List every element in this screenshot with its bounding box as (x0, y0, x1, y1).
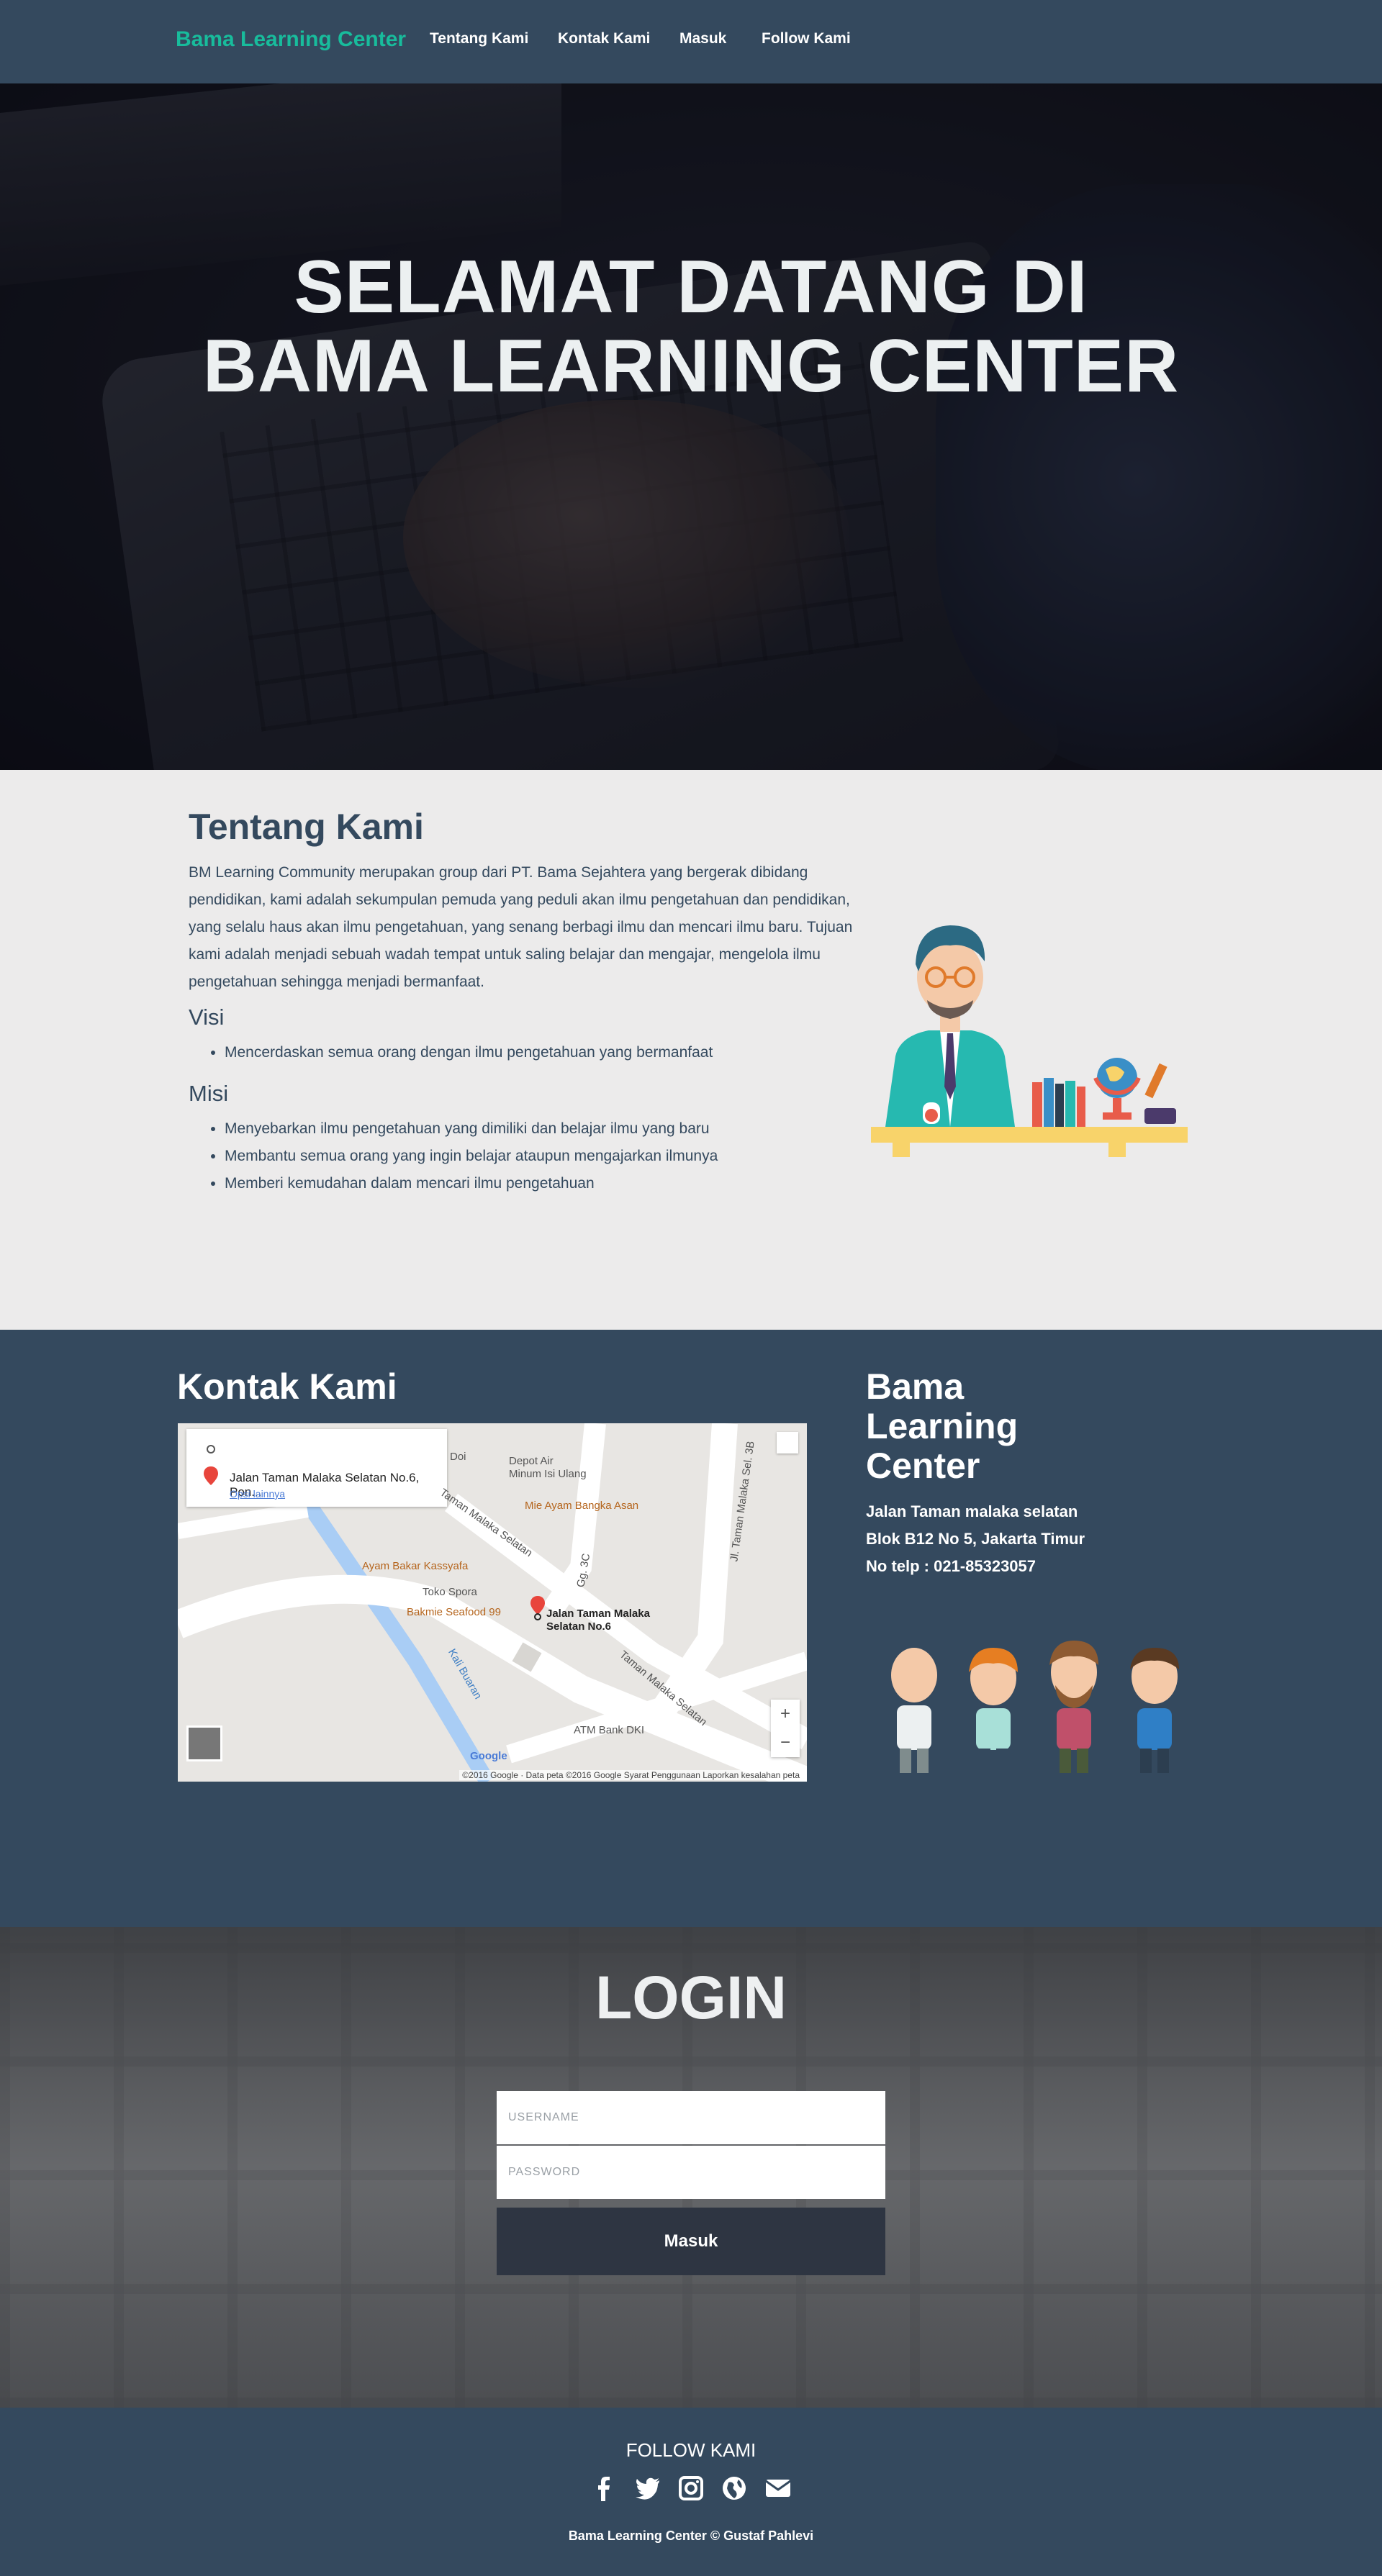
visi-title: Visi (189, 1004, 225, 1030)
nav-link-tentang-kami[interactable]: Tentang Kami (430, 30, 528, 47)
footer: FOLLOW KAMI Bama Learning Center © Gusta… (0, 2408, 1382, 2576)
visi-item: Mencerdaskan semua orang dengan ilmu pen… (225, 1039, 713, 1066)
zoom-out-button[interactable]: − (771, 1728, 800, 1757)
login-button[interactable]: Masuk (497, 2208, 885, 2275)
team-illustration (891, 1641, 1179, 1773)
google-map[interactable]: Jalan Taman Malaka Selatan No.6, Pon... … (178, 1423, 807, 1782)
map-label: Doi (450, 1451, 466, 1463)
map-pin-label-1: Jalan Taman Malaka (546, 1607, 650, 1620)
username-input[interactable] (497, 2091, 885, 2144)
social-icons (0, 2474, 1382, 2503)
misi-list: Menyebarkan ilmu pengetahuan yang dimili… (225, 1115, 718, 1197)
map-label: Depot Air (509, 1455, 554, 1467)
map-fullscreen-icon[interactable] (777, 1432, 798, 1453)
envelope-icon[interactable] (764, 2474, 792, 2503)
misi-item: Membantu semua orang yang ingin belajar … (225, 1143, 718, 1170)
address-line-2: Blok B12 No 5, Jakarta Timur (866, 1530, 1085, 1548)
nav-link-kontak-kami[interactable]: Kontak Kami (558, 30, 650, 47)
nav-link-follow-kami[interactable]: Follow Kami (762, 30, 851, 47)
login-section: LOGIN Masuk (0, 1927, 1382, 2408)
twitter-icon[interactable] (633, 2474, 662, 2503)
address-line-1: Jalan Taman malaka selatan (866, 1502, 1078, 1520)
person-4 (1130, 1648, 1179, 1773)
contact-section: Kontak Kami Jalan Taman Malaka Selatan N… (0, 1330, 1382, 1927)
footer-copyright: Bama Learning Center © Gustaf Pahlevi (568, 2529, 814, 2543)
map-satellite-toggle[interactable] (186, 1725, 222, 1761)
hero-overlay (0, 83, 1382, 770)
hero-section: SELAMAT DATANG DI BAMA LEARNING CENTER (0, 83, 1382, 770)
hero-title: SELAMAT DATANG DI BAMA LEARNING CENTER (0, 248, 1382, 406)
facebook-icon[interactable] (590, 2474, 618, 2503)
globe-icon[interactable] (720, 2474, 749, 2503)
about-title: Tentang Kami (189, 807, 424, 847)
brand-link[interactable]: Bama Learning Center (176, 27, 406, 52)
person-3 (1049, 1641, 1098, 1773)
person-2 (969, 1648, 1018, 1773)
map-marker-icon (530, 1596, 545, 1620)
misi-item: Memberi kemudahan dalam mencari ilmu pen… (225, 1170, 718, 1197)
password-input[interactable] (497, 2146, 885, 2199)
map-more-options-link[interactable]: Opsi lainnya (230, 1488, 285, 1500)
hero-title-line-2: BAMA LEARNING CENTER (202, 325, 1180, 408)
map-poi: Ayam Bakar Kassyafa (362, 1560, 469, 1572)
visi-list: Mencerdaskan semua orang dengan ilmu pen… (225, 1039, 713, 1066)
about-section: Tentang Kami BM Learning Community merup… (0, 770, 1382, 1330)
footer-title: FOLLOW KAMI (625, 2439, 757, 2461)
hero-title-line-1: SELAMAT DATANG DI (294, 245, 1088, 329)
map-poi: Mie Ayam Bangka Asan (525, 1500, 639, 1512)
instagram-icon[interactable] (677, 2474, 705, 2503)
about-description: BM Learning Community merupakan group da… (189, 864, 853, 990)
map-label: ATM Bank DKI (574, 1724, 645, 1736)
map-attribution: ©2016 Google · Data peta ©2016 Google Sy… (459, 1770, 803, 1780)
zoom-in-button[interactable]: + (771, 1700, 800, 1728)
map-place-card[interactable]: Jalan Taman Malaka Selatan No.6, Pon... … (186, 1429, 447, 1507)
login-title: LOGIN (595, 1964, 787, 2031)
map-origin-icon (207, 1445, 215, 1453)
navbar: Bama Learning Center Tentang Kami Kontak… (0, 0, 1382, 83)
map-pin-label-2: Selatan No.6 (546, 1620, 612, 1633)
nav-link-masuk[interactable]: Masuk (679, 30, 726, 47)
contact-title: Kontak Kami (177, 1366, 397, 1407)
map-label: Toko Spora (423, 1586, 477, 1598)
misi-item: Menyebarkan ilmu pengetahuan yang dimili… (225, 1115, 718, 1143)
map-poi: Bakmie Seafood 99 (407, 1606, 501, 1618)
teacher-illustration (871, 925, 1188, 1157)
phone-number: No telp : 021-85323057 (866, 1557, 1036, 1575)
map-label: Minum Isi Ulang (509, 1468, 587, 1480)
misi-title: Misi (189, 1081, 229, 1106)
map-zoom-control: + − (771, 1700, 800, 1757)
person-1 (891, 1648, 937, 1773)
org-name: Bama Learning Center (866, 1366, 1019, 1486)
google-logo: Google (470, 1750, 507, 1762)
map-pin-icon (204, 1466, 218, 1485)
